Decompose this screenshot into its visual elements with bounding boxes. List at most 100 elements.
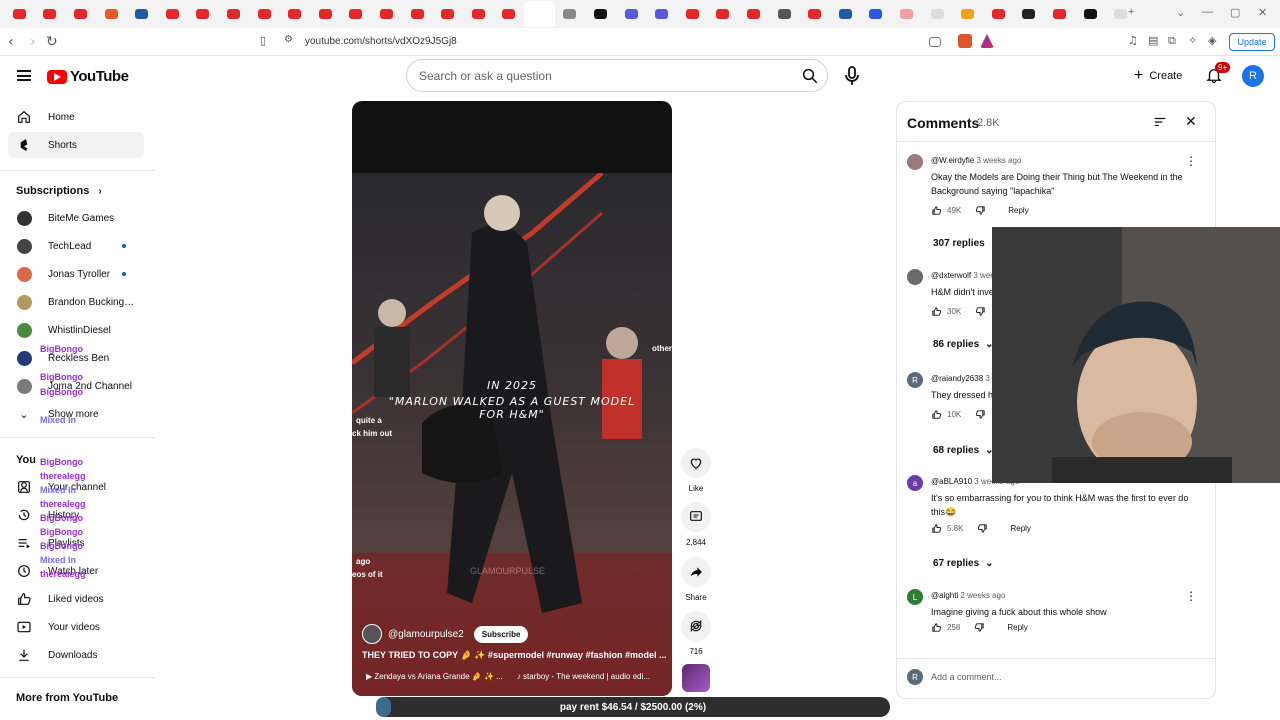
browser-tab[interactable] [96, 1, 127, 27]
comments-button[interactable]: 2,844 [680, 502, 712, 547]
browser-tab[interactable] [279, 1, 310, 27]
view-replies-button[interactable]: 307 replies⌄ [933, 238, 999, 249]
browser-tab[interactable] [646, 1, 677, 27]
minimize-button[interactable]: — [1202, 6, 1213, 18]
sidebar-toggle-icon[interactable]: ▤ [1148, 34, 1158, 47]
browser-tab[interactable] [861, 1, 892, 27]
remix-button[interactable]: 716 [680, 611, 712, 656]
microphone-icon[interactable] [840, 64, 864, 88]
ai-icon[interactable]: ✧ [1188, 34, 1197, 47]
avatar[interactable]: R [1242, 65, 1264, 87]
video-title[interactable]: THEY TRIED TO COPY 🤌 ✨ #supermodel #runw… [362, 650, 666, 661]
thumbs-down-icon[interactable] [977, 523, 988, 534]
thumbs-down-icon[interactable] [975, 205, 986, 216]
sidebar-subscription-item[interactable]: Brandon Buckingha... [8, 289, 144, 315]
sidebar-item-downloads[interactable]: Downloads [8, 642, 144, 668]
sidebar-item-liked-videos[interactable]: Liked videos [8, 586, 144, 612]
sidebar-item-your-videos[interactable]: Your videos [8, 614, 144, 640]
thumbs-down-icon[interactable] [975, 409, 986, 420]
reload-button[interactable]: ↻ [46, 34, 58, 50]
search-icon[interactable] [801, 67, 819, 85]
browser-tab[interactable] [371, 1, 402, 27]
view-replies-button[interactable]: 67 replies ⌄ [933, 558, 994, 569]
browser-tab[interactable] [188, 1, 219, 27]
more-options-icon[interactable]: ⋮ [1185, 154, 1197, 168]
browser-tab[interactable] [616, 1, 647, 27]
you-heading[interactable]: You [16, 454, 36, 466]
browser-tab[interactable] [249, 1, 280, 27]
channel-name[interactable]: @glamourpulse2 [388, 629, 464, 640]
close-window-button[interactable]: ✕ [1258, 6, 1267, 19]
sidebar-item-shorts[interactable]: Shorts [8, 132, 144, 158]
avatar[interactable]: a [907, 475, 923, 491]
thumbs-up-icon[interactable] [931, 306, 942, 317]
avatar[interactable]: L [907, 589, 923, 605]
subscribe-button[interactable]: Subscribe [473, 625, 529, 643]
shorts-video-player[interactable]: IN 2025 "MARLON WALKED AS A GUEST MODEL … [352, 101, 672, 696]
reply-button[interactable]: Reply [1010, 524, 1030, 533]
browser-tab[interactable] [983, 1, 1014, 27]
browser-tab[interactable] [677, 1, 708, 27]
sidebar-item-home[interactable]: Home [8, 104, 144, 130]
sound-thumbnail[interactable] [682, 664, 710, 692]
browser-tab[interactable] [157, 1, 188, 27]
subscriptions-heading[interactable]: Subscriptions › [16, 185, 102, 197]
search-input[interactable]: Search or ask a question [419, 69, 552, 83]
menu-icon[interactable] [17, 70, 31, 81]
rewards-icon[interactable] [980, 34, 994, 48]
browser-tab[interactable] [310, 1, 341, 27]
browser-tab[interactable] [952, 1, 983, 27]
browser-tab[interactable] [708, 1, 739, 27]
avatar[interactable] [907, 269, 923, 285]
view-replies-button[interactable]: 86 replies ⌄ [933, 339, 994, 350]
music-icon[interactable]: ♫ [1128, 34, 1138, 47]
site-info-icon[interactable]: ⚙ [284, 34, 293, 45]
maximize-button[interactable]: ▢ [1230, 6, 1240, 19]
related-video-link[interactable]: ▶ Zendaya vs Ariana Grande 🤌 ✨ ... [366, 672, 503, 681]
new-tab-button[interactable]: + [1128, 6, 1134, 18]
sort-icon[interactable] [1153, 115, 1167, 129]
thumbs-down-icon[interactable] [975, 306, 986, 317]
comment-author[interactable]: @W.eirdyfie 3 weeks ago [931, 156, 1021, 165]
cast-icon[interactable] [929, 37, 941, 47]
browser-tab[interactable] [341, 1, 372, 27]
share-button[interactable]: Share [680, 557, 712, 602]
thumbs-up-icon[interactable] [931, 205, 942, 216]
browser-tab[interactable] [463, 1, 494, 27]
create-button[interactable]: + Create [1134, 64, 1182, 88]
browser-tab[interactable] [922, 1, 953, 27]
browser-tab[interactable] [126, 1, 157, 27]
browser-tab[interactable] [402, 1, 433, 27]
browser-tab[interactable] [738, 1, 769, 27]
browser-tab[interactable] [799, 1, 830, 27]
vpn-icon[interactable]: ◈ [1208, 34, 1216, 47]
browser-tab[interactable] [35, 1, 66, 27]
forward-button[interactable]: › [30, 34, 36, 50]
brave-shield-icon[interactable] [958, 34, 972, 48]
avatar[interactable] [907, 154, 923, 170]
browser-tab[interactable] [769, 1, 800, 27]
browser-tab[interactable] [555, 1, 586, 27]
browser-tab[interactable] [65, 1, 96, 27]
extensions-icon[interactable]: ⧉ [1168, 34, 1176, 48]
sidebar-subscription-item[interactable]: BiteMe Games [8, 205, 144, 231]
view-replies-button[interactable]: 68 replies ⌄ [933, 445, 994, 456]
bookmark-icon[interactable]: ▯ [260, 34, 266, 47]
youtube-logo[interactable]: YouTube [47, 68, 129, 85]
browser-tab-active[interactable] [524, 1, 555, 27]
sidebar-subscription-item[interactable]: WhistlinDiesel [8, 317, 144, 343]
browser-tab[interactable] [1014, 1, 1045, 27]
thumbs-up-icon[interactable] [931, 622, 942, 633]
reply-button[interactable]: Reply [1008, 206, 1028, 215]
thumbs-up-icon[interactable] [931, 409, 942, 420]
more-options-icon[interactable]: ⋮ [1185, 589, 1197, 603]
sound-link[interactable]: ♪ starboy - The weekend | audio edi... [517, 672, 650, 681]
browser-tab[interactable] [585, 1, 616, 27]
browser-tab[interactable] [830, 1, 861, 27]
back-button[interactable]: ‹ [8, 34, 14, 50]
browser-tab[interactable] [1075, 1, 1106, 27]
browser-tab[interactable] [218, 1, 249, 27]
comment-author[interactable]: @aighti 2 weeks ago [931, 591, 1005, 600]
avatar[interactable]: R [907, 372, 923, 388]
browser-tab[interactable] [891, 1, 922, 27]
